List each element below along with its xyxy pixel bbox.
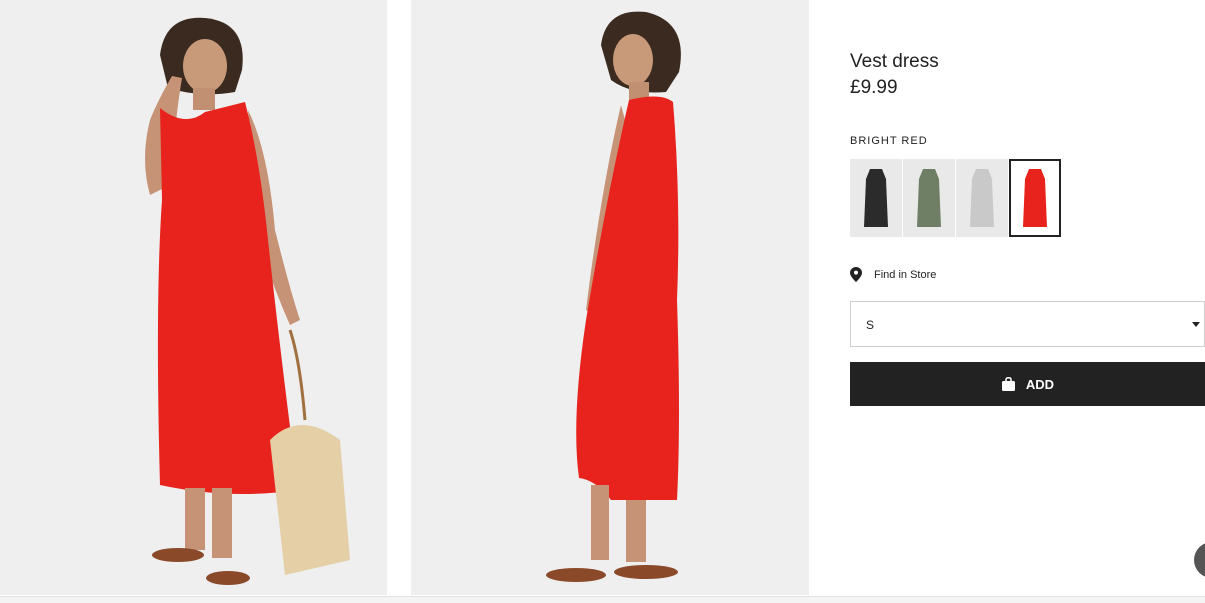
product-image-side[interactable] xyxy=(411,0,809,595)
page-bottom-divider xyxy=(0,596,1205,603)
product-details-panel: Vest dress £9.99 BRIGHT RED Find in Stor… xyxy=(850,0,1205,603)
product-price: £9.99 xyxy=(850,77,898,98)
product-image-front[interactable] xyxy=(0,0,387,595)
size-dropdown[interactable]: S xyxy=(850,301,1205,347)
dress-thumbnail-icon xyxy=(1011,161,1059,235)
caret-down-icon xyxy=(1192,322,1200,327)
swatch-bright-red[interactable] xyxy=(1009,159,1061,237)
location-pin-icon xyxy=(850,267,862,282)
selected-color-label: BRIGHT RED xyxy=(850,135,928,147)
find-in-store-link[interactable]: Find in Store xyxy=(850,267,936,282)
shopping-bag-icon xyxy=(1001,377,1015,391)
swatch-black[interactable] xyxy=(850,159,902,237)
color-swatches xyxy=(850,159,1062,237)
size-dropdown-value: S xyxy=(866,318,875,332)
dress-thumbnail-icon xyxy=(956,159,1008,237)
model-side-illustration xyxy=(411,0,809,595)
model-front-illustration xyxy=(0,0,387,595)
dress-thumbnail-icon xyxy=(850,159,902,237)
product-title: Vest dress xyxy=(850,51,939,72)
swatch-light-grey[interactable] xyxy=(956,159,1008,237)
dress-thumbnail-icon xyxy=(903,159,955,237)
find-in-store-label: Find in Store xyxy=(874,268,937,281)
swatch-green[interactable] xyxy=(903,159,955,237)
add-to-bag-button[interactable]: ADD xyxy=(850,362,1205,406)
add-button-label: ADD xyxy=(1025,376,1055,392)
